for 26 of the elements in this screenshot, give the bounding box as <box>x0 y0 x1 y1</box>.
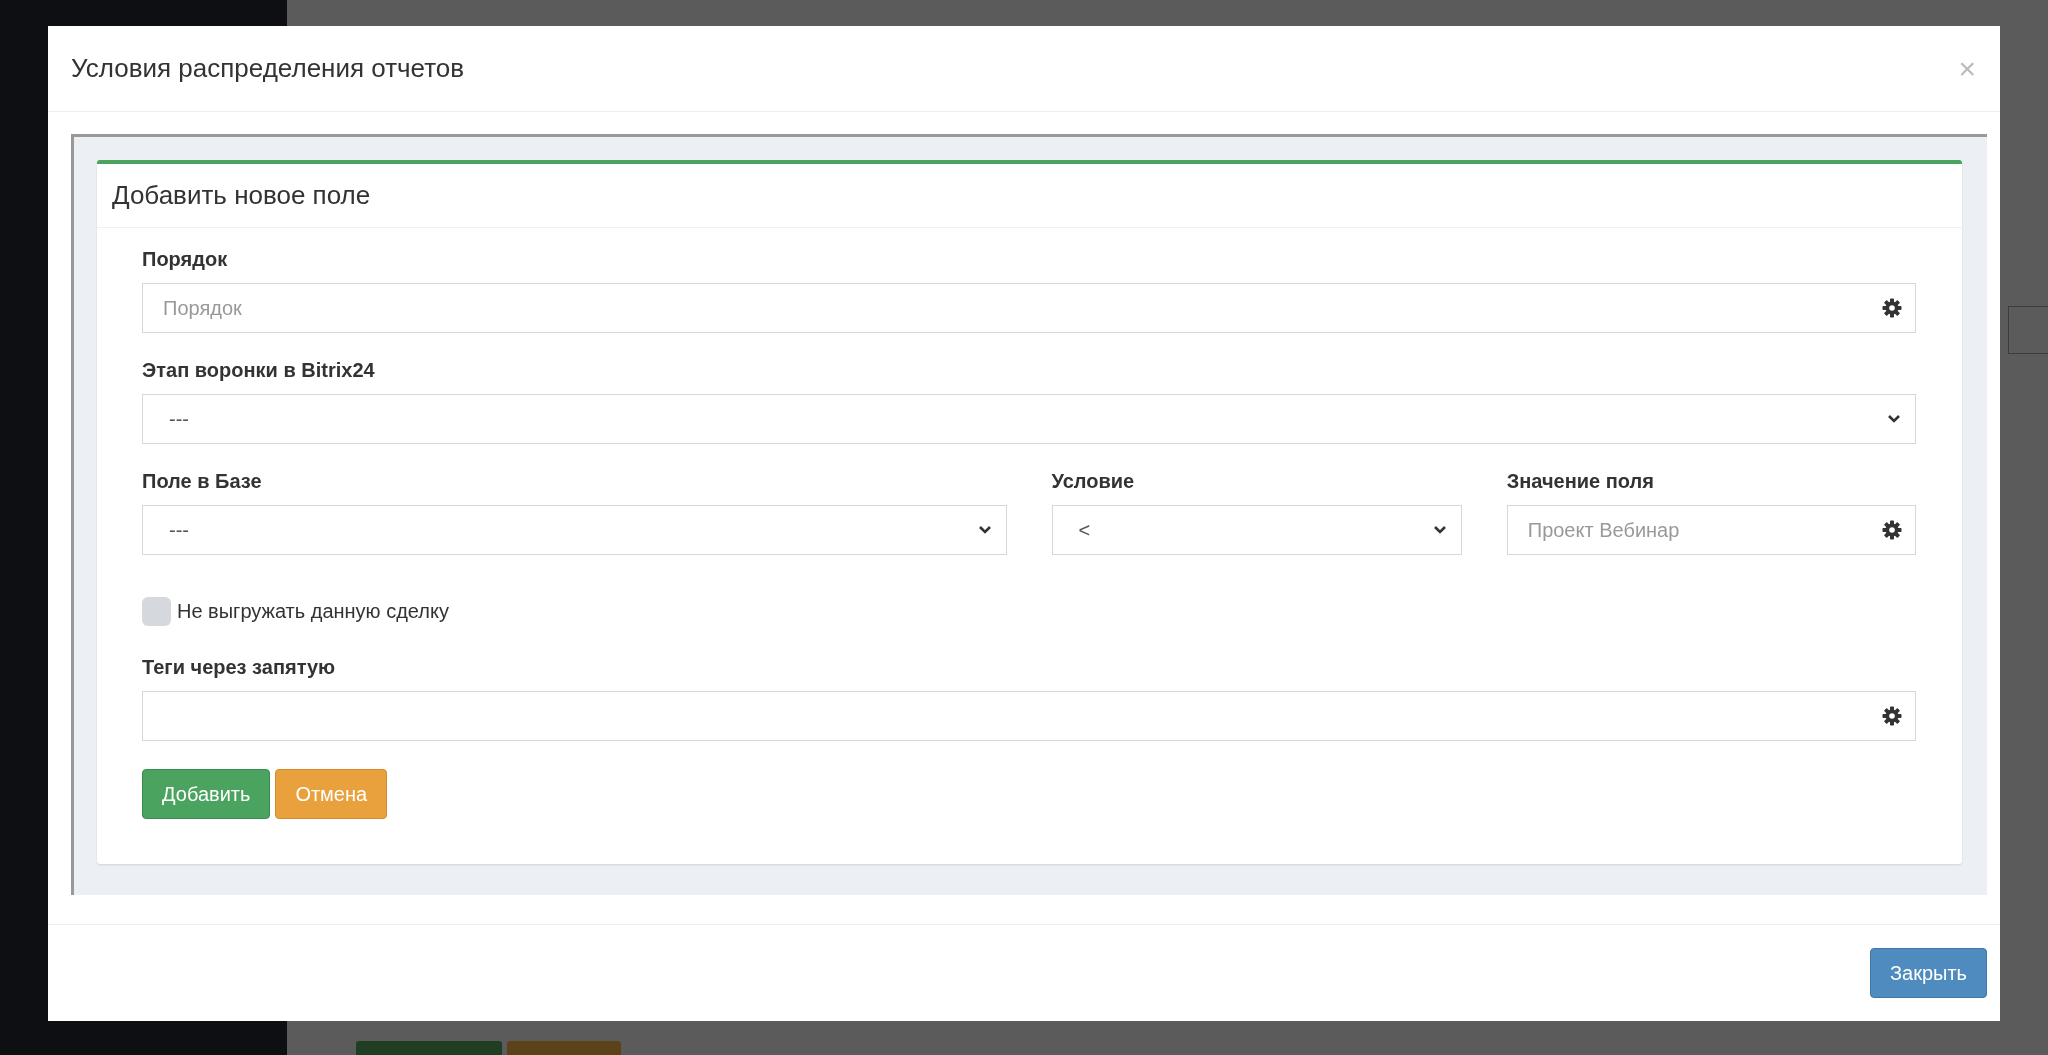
input-field[interactable]: Порядок <box>142 283 1916 333</box>
chevron-down-icon <box>1887 414 1901 424</box>
field-label: Значение поля <box>1506 469 1655 494</box>
select-field[interactable]: < <box>1051 505 1462 555</box>
card-title: Добавить новое поле <box>112 180 371 211</box>
field-label: Теги через запятую <box>142 655 337 680</box>
select-field[interactable]: --- <box>142 505 1007 555</box>
chevron-down-icon <box>1432 525 1447 535</box>
settings-icon[interactable] <box>1882 706 1902 726</box>
field-label: Этап воронки в Bitrix24 <box>142 358 376 383</box>
add-button[interactable]: Добавить <box>142 769 271 819</box>
settings-icon[interactable] <box>1882 298 1902 318</box>
close-icon[interactable]: × <box>1958 53 1976 84</box>
settings-icon[interactable] <box>1882 520 1902 540</box>
field-label: Условие <box>1051 469 1136 494</box>
input-field[interactable] <box>142 691 1916 741</box>
modal-title: Условия распределения отчетов <box>71 53 465 84</box>
checkbox-label: Не выгружать данную сделку <box>177 600 449 623</box>
field-label: Поле в Базе <box>142 469 263 494</box>
input-field[interactable]: Проект Вебинар <box>1506 505 1916 555</box>
cancel-button[interactable]: Отмена <box>275 769 388 819</box>
close-button[interactable]: Закрыть <box>1869 948 1987 998</box>
select-field[interactable]: --- <box>142 394 1916 444</box>
chevron-down-icon <box>977 525 992 535</box>
field-label: Порядок <box>142 247 229 272</box>
checkbox[interactable] <box>142 597 171 626</box>
